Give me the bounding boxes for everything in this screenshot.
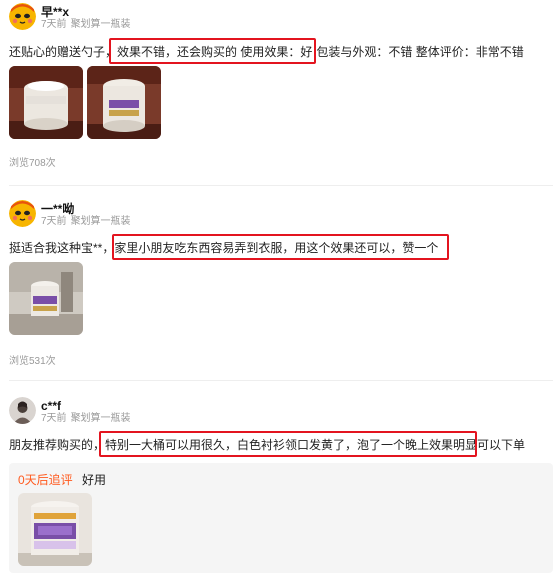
review-meta: 7天前 聚划算一瓶装 (41, 216, 135, 228)
avatar[interactable] (9, 200, 36, 227)
review-photo[interactable] (87, 66, 161, 139)
review-text-lead: 还贴心的赠送勺子， (9, 45, 118, 59)
emoji-face-icon (9, 3, 36, 30)
view-count: 浏览531次 (9, 356, 56, 367)
review-sku: 聚划算一瓶装 (70, 19, 131, 30)
username: 早**x (41, 5, 70, 19)
review-item: 一**呦 7天前 聚划算一瓶装 挺适合我这种宝**，家里小朋友吃东西容易弄到衣服，… (0, 186, 553, 381)
highlight-box (112, 234, 449, 260)
followup-text: 好用 (82, 473, 107, 487)
review-text-tail: 包装与外观：不错 整体评价：非常不错 (316, 45, 524, 59)
review-sku: 聚划算一瓶装 (70, 216, 131, 227)
highlight-box (99, 431, 477, 457)
avatar[interactable] (9, 3, 36, 30)
view-count: 浏览708次 (9, 158, 56, 169)
review-photo[interactable] (9, 262, 83, 335)
review-time: 7天前 (41, 19, 67, 30)
followup-label: 0天后追评 (18, 473, 73, 487)
review-sku: 聚划算一瓶装 (70, 413, 131, 424)
review-text-lead: 朋友推荐购买的， (9, 438, 106, 452)
review-time: 7天前 (41, 413, 67, 424)
review-time: 7天前 (41, 216, 67, 227)
review-text-lead: 挺适合我这种宝**， (9, 241, 115, 255)
username: c**f (41, 399, 62, 413)
review-item: c**f 7天前 聚划算一瓶装 朋友推荐购买的，特别一大桶可以用很久，白色衬衫领口… (0, 381, 553, 579)
user-photo-icon (9, 397, 36, 424)
followup-photo[interactable] (18, 493, 92, 566)
review-text-tail: 可以下单 (477, 438, 526, 452)
emoji-face-icon (9, 200, 36, 227)
review-photo[interactable] (9, 66, 83, 139)
review-meta: 7天前 聚划算一瓶装 (41, 413, 135, 425)
review-item: 早**x 7天前 聚划算一瓶装 还贴心的赠送勺子，效果不错，还会购买的 使用效果：… (0, 0, 553, 186)
highlight-box (109, 38, 316, 64)
avatar[interactable] (9, 397, 36, 424)
username: 一**呦 (41, 202, 75, 216)
followup-review: 0天后追评 好用 (9, 463, 553, 573)
review-meta: 7天前 聚划算一瓶装 (41, 19, 135, 31)
